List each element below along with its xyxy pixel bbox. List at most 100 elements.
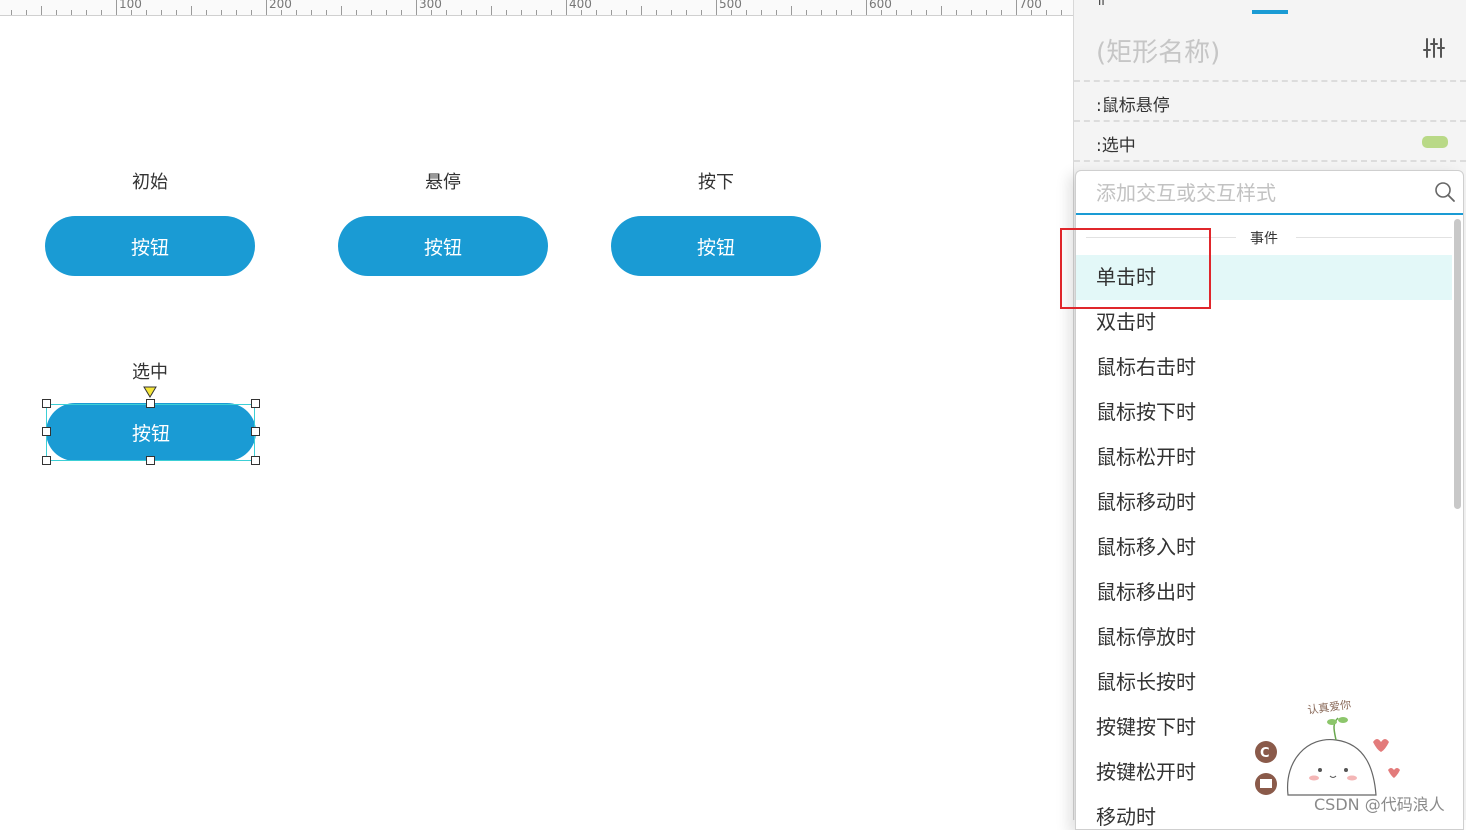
state-label-selected: 选中 [132,362,168,383]
ruler-tick [671,10,672,15]
ruler-tick [986,10,987,15]
style-row-hover[interactable]: :鼠标悬停 [1074,82,1466,122]
design-canvas[interactable]: 100 200 300 400 500 600 700 初始 按钮 悬停 按钮 按下 按钮 … [0,0,1073,820]
ruler-tick [416,0,417,15]
state-label-initial: 初始 [132,172,168,193]
ruler-tick [1046,10,1047,15]
ruler-tick [596,10,597,15]
ruler-tick [266,0,267,15]
ruler-tick [611,10,612,15]
ruler-tick [551,10,552,15]
ruler-tick [836,10,837,15]
dropdown-scrollbar[interactable] [1454,219,1461,509]
ruler-label: 600 [869,0,892,11]
state-label-pressed: 按下 [698,172,734,193]
ruler-label: 300 [419,0,442,11]
style-row-hover-label: :鼠标悬停 [1096,96,1170,116]
section-events: 事件 [1076,227,1452,247]
interaction-search [1076,171,1463,215]
ruler-tick [86,10,87,15]
ruler-tick [221,10,222,15]
resize-handle-left[interactable] [42,427,51,436]
sliders-icon[interactable] [1422,36,1446,60]
ruler-tick [926,10,927,15]
ruler-tick [11,10,12,15]
event-item-click[interactable]: 单击时 [1076,255,1452,300]
ruler-tick [386,10,387,15]
ruler-tick [311,10,312,15]
event-item-right-click[interactable]: 鼠标右击时 [1076,345,1452,390]
ruler-tick [941,6,942,15]
ruler-tick [41,6,42,15]
ruler-tick [716,0,717,15]
ruler-tick [356,10,357,15]
ruler-tick [821,10,822,15]
resize-handle-top[interactable] [146,399,155,408]
ruler-tick [251,10,252,15]
ruler-tick [761,10,762,15]
event-item-mouse-enter[interactable]: 鼠标移入时 [1076,525,1452,570]
ruler-tick [641,6,642,15]
ruler-tick [776,10,777,15]
resize-handle-bottom-left[interactable] [42,456,51,465]
radius-handle-icon[interactable] [143,386,157,398]
style-color-swatch[interactable] [1422,136,1448,148]
ruler-tick [146,10,147,15]
ruler-tick [491,6,492,15]
ruler-tick [701,10,702,15]
button-hover[interactable]: 按钮 [338,216,548,276]
shape-name-row[interactable]: (矩形名称) [1074,16,1466,82]
resize-handle-right[interactable] [251,427,260,436]
ruler-tick [176,10,177,15]
event-item-long-press[interactable]: 鼠标长按时 [1076,660,1452,705]
watermark-text: CSDN @代码浪人 [1314,795,1445,814]
button-pressed[interactable]: 按钮 [611,216,821,276]
ruler-tick [851,10,852,15]
search-icon[interactable] [1434,181,1456,203]
ruler-tick [791,6,792,15]
ruler-tick [461,10,462,15]
ruler-tick [401,10,402,15]
ruler-tick [206,10,207,15]
interaction-search-input[interactable] [1096,179,1426,207]
ruler-tick [896,10,897,15]
style-row-selected[interactable]: :选中 [1074,122,1466,162]
section-events-title: 事件 [1250,231,1278,247]
tab-stub[interactable]: ıı [1098,0,1105,8]
ruler-tick [806,10,807,15]
ruler-tick [521,10,522,15]
ruler-tick [446,10,447,15]
button-initial[interactable]: 按钮 [45,216,255,276]
ruler-tick [866,0,867,15]
ruler-tick [686,10,687,15]
resize-handle-bottom[interactable] [146,456,155,465]
event-item-mouse-move[interactable]: 鼠标移动时 [1076,480,1452,525]
ruler-tick [476,10,477,15]
svg-text:C: C [1260,746,1270,761]
ruler-tick [956,10,957,15]
ruler-label: 100 [119,0,142,11]
resize-handle-bottom-right[interactable] [251,456,260,465]
event-item-mouse-leave[interactable]: 鼠标移出时 [1076,570,1452,615]
ruler-tick [116,0,117,15]
ruler-tick [1001,10,1002,15]
ruler-tick [56,10,57,15]
ruler-tick [1016,0,1017,15]
ruler-tick [1061,10,1062,15]
resize-handle-top-right[interactable] [251,399,260,408]
event-item-mouse-up[interactable]: 鼠标松开时 [1076,435,1452,480]
shape-name-field[interactable]: (矩形名称) [1096,32,1220,69]
event-item-double-click[interactable]: 双击时 [1076,300,1452,345]
style-row-selected-label: :选中 [1096,136,1136,156]
ruler-label: 400 [569,0,592,11]
ruler-tick [371,10,372,15]
horizontal-ruler: 100 200 300 400 500 600 700 [0,0,1073,16]
button-selected[interactable]: 按钮 [46,403,256,461]
resize-handle-top-left[interactable] [42,399,51,408]
event-item-mouse-hover[interactable]: 鼠标停放时 [1076,615,1452,660]
ruler-tick [161,10,162,15]
ruler-tick [26,10,27,15]
event-item-mouse-down[interactable]: 鼠标按下时 [1076,390,1452,435]
ruler-tick [626,10,627,15]
ruler-tick [341,6,342,15]
